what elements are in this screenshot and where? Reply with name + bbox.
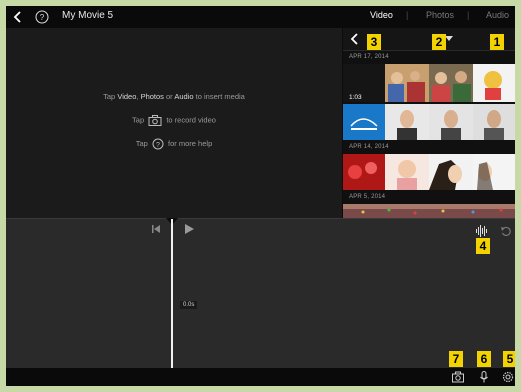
date-header: APR 17, 2014 [349, 54, 389, 60]
photo-thumbnail[interactable] [385, 64, 429, 102]
photo-thumbnail[interactable] [385, 154, 429, 190]
callout-badge-3: 3 [367, 34, 381, 50]
help-icon: ? [152, 138, 164, 150]
media-browser: APR 17, 2014 1:03 APR 14, 2014 APR 5, 20… [343, 28, 515, 218]
help-icon[interactable]: ? [34, 9, 50, 25]
hint-suffix: to record video [166, 115, 216, 125]
thumbnail-row [343, 64, 515, 102]
hint-suffix: to insert media [195, 92, 245, 101]
hint-photos: Photos [140, 92, 164, 101]
hint-text: Tap [132, 115, 145, 125]
callout-badge-2: 2 [432, 34, 446, 50]
viewer: Tap Video, Photos or Audio to insert med… [6, 28, 342, 218]
photo-thumbnail[interactable] [473, 154, 515, 190]
photo-thumbnail[interactable] [429, 64, 473, 102]
svg-text:?: ? [156, 142, 160, 149]
photo-thumbnail[interactable] [343, 104, 385, 140]
play-icon[interactable] [184, 224, 194, 234]
settings-gear-icon[interactable] [502, 371, 514, 383]
help-hint: Tap ? for more help [6, 138, 342, 150]
insert-media-hint: Tap Video, Photos or Audio to insert med… [6, 92, 342, 101]
top-bar: ? My Movie 5 Video | Photos | Audio [6, 6, 515, 28]
thumbnail-row [343, 204, 515, 218]
callout-badge-5: 5 [503, 351, 515, 367]
audio-waveform-icon[interactable] [475, 225, 489, 237]
thumbnail-row [343, 154, 515, 190]
skip-to-start-icon[interactable] [151, 224, 161, 234]
bottom-toolbar [6, 368, 515, 386]
hint-or: or [166, 92, 173, 101]
tab-audio[interactable]: Audio [486, 10, 509, 20]
duration-label: 1:03 [349, 94, 362, 101]
album-dropdown-icon[interactable] [445, 36, 453, 41]
timeline[interactable]: 0.0s [6, 218, 515, 369]
tab-video[interactable]: Video [370, 10, 393, 20]
photo-thumbnail[interactable] [343, 204, 515, 218]
photo-thumbnail[interactable] [385, 104, 429, 140]
browser-back-icon[interactable] [349, 32, 361, 46]
hint-text: Tap [135, 138, 148, 148]
photo-thumbnail[interactable] [429, 154, 473, 190]
photo-thumbnail[interactable] [343, 154, 385, 190]
undo-icon[interactable] [500, 225, 512, 237]
imovie-app: ? My Movie 5 Video | Photos | Audio Tap … [6, 6, 515, 386]
microphone-icon[interactable] [478, 371, 490, 383]
hint-text: Tap [103, 92, 116, 101]
photo-thumbnail[interactable] [473, 104, 515, 140]
callout-badge-1: 1 [490, 34, 504, 50]
back-icon[interactable] [10, 9, 26, 25]
date-header: APR 14, 2014 [349, 144, 389, 150]
camera-icon [148, 115, 162, 126]
callout-badge-4: 4 [476, 238, 490, 254]
svg-text:?: ? [40, 13, 45, 22]
hint-comma: , [136, 92, 139, 101]
callout-badge-6: 6 [477, 351, 491, 367]
photo-thumbnail[interactable] [473, 64, 515, 102]
time-label: 0.0s [180, 301, 198, 309]
thumbnail-row [343, 104, 515, 140]
camera-icon[interactable] [452, 371, 464, 383]
tab-separator: | [467, 10, 470, 20]
hint-video: Video [117, 92, 137, 101]
date-header: APR 5, 2014 [349, 194, 386, 200]
tab-photos[interactable]: Photos [426, 10, 454, 20]
project-title: My Movie 5 [62, 10, 114, 21]
record-video-hint: Tap to record video [6, 115, 342, 126]
tab-separator: | [406, 10, 409, 20]
hint-audio: Audio [174, 92, 194, 101]
callout-badge-7: 7 [449, 351, 463, 367]
hint-suffix: for more help [168, 138, 213, 148]
playhead[interactable] [171, 219, 173, 369]
photo-thumbnail[interactable] [429, 104, 473, 140]
